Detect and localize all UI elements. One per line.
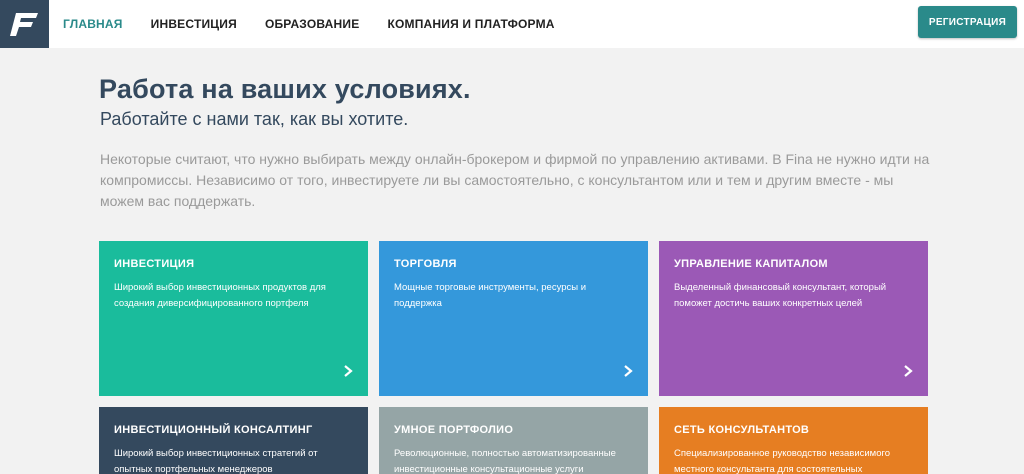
intro-paragraph: Некоторые считают, что нужно выбирать ме… — [100, 151, 930, 209]
card-investment[interactable]: ИНВЕСТИЦИЯ Широкий выбор инвестиционных … — [99, 241, 368, 396]
nav-item-company-platform[interactable]: КОМПАНИЯ И ПЛАТФОРМА — [387, 17, 554, 31]
nav-item-investment[interactable]: ИНВЕСТИЦИЯ — [151, 17, 237, 31]
card-title: ИНВЕСТИЦИОННЫЙ КОНСАЛТИНГ — [114, 424, 313, 436]
card-title: УМНОЕ ПОРТФОЛИО — [394, 424, 514, 436]
logo-f-icon — [9, 13, 38, 36]
card-investment-consulting[interactable]: ИНВЕСТИЦИОННЫЙ КОНСАЛТИНГ Широкий выбор … — [99, 407, 368, 474]
nav-item-home[interactable]: ГЛАВНАЯ — [63, 17, 123, 31]
chevron-right-icon[interactable] — [902, 364, 914, 378]
card-title: ИНВЕСТИЦИЯ — [114, 258, 195, 270]
register-button[interactable]: РЕГИСТРАЦИЯ — [918, 6, 1017, 38]
card-advisor-network[interactable]: СЕТЬ КОНСУЛЬТАНТОВ Специализированное ру… — [659, 407, 928, 474]
main-nav: ГЛАВНАЯ ИНВЕСТИЦИЯ ОБРАЗОВАНИЕ КОМПАНИЯ … — [63, 0, 583, 48]
page-title: Работа на ваших условиях. — [99, 74, 471, 104]
card-smart-portfolio[interactable]: УМНОЕ ПОРТФОЛИО Революционные, полностью… — [379, 407, 648, 474]
chevron-right-icon[interactable] — [622, 364, 634, 378]
card-wealth-management[interactable]: УПРАВЛЕНИЕ КАПИТАЛОМ Выделенный финансов… — [659, 241, 928, 396]
card-description: Выделенный финансовый консультант, котор… — [674, 282, 887, 309]
card-description: Мощные торговые инструменты, ресурсы и п… — [394, 282, 587, 309]
nav-item-education[interactable]: ОБРАЗОВАНИЕ — [265, 17, 360, 31]
card-title: УПРАВЛЕНИЕ КАПИТАЛОМ — [674, 258, 828, 270]
top-navbar: ГЛАВНАЯ ИНВЕСТИЦИЯ ОБРАЗОВАНИЕ КОМПАНИЯ … — [0, 0, 1024, 48]
card-title: СЕТЬ КОНСУЛЬТАНТОВ — [674, 424, 810, 436]
page-subtitle: Работайте с нами так, как вы хотите. — [100, 109, 409, 129]
card-title: ТОРГОВЛЯ — [394, 258, 457, 270]
card-description: Широкий выбор инвестиционных стратегий о… — [114, 448, 318, 474]
card-trading[interactable]: ТОРГОВЛЯ Мощные торговые инструменты, ре… — [379, 241, 648, 396]
chevron-right-icon[interactable] — [342, 364, 354, 378]
card-description: Революционные, полностью автоматизирован… — [394, 448, 616, 474]
card-description: Широкий выбор инвестиционных продуктов д… — [114, 282, 326, 309]
fina-logo[interactable] — [0, 0, 49, 48]
card-description: Специализированное руководство независим… — [674, 448, 891, 474]
